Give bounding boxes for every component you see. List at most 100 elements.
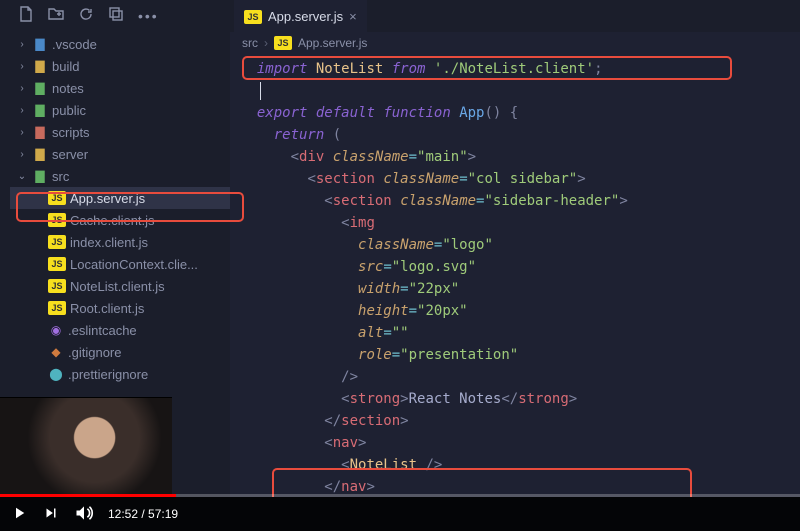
- time-display: 12:52 / 57:19: [108, 507, 178, 521]
- file-.eslintcache[interactable]: ◉ .eslintcache: [10, 319, 230, 341]
- folder-scripts[interactable]: › ▇ scripts: [10, 121, 230, 143]
- chevron-icon: ›: [16, 127, 28, 138]
- code-line: role="presentation": [240, 344, 800, 366]
- next-button[interactable]: [42, 504, 60, 525]
- code-line: <section className="sidebar-header">: [240, 190, 800, 212]
- js-icon: JS: [244, 10, 262, 24]
- folder-icon: ▇: [32, 125, 48, 139]
- code-line: alt="": [240, 322, 800, 344]
- file-label: .prettierignore: [68, 367, 148, 382]
- folder-build[interactable]: › ▇ build: [10, 55, 230, 77]
- code-line: <NoteList />: [240, 454, 800, 476]
- folder-icon: ▇: [32, 81, 48, 95]
- new-file-icon[interactable]: [18, 6, 34, 25]
- chevron-right-icon: ›: [264, 36, 268, 50]
- file-label: .vscode: [52, 37, 97, 52]
- file-label: src: [52, 169, 69, 184]
- file-label: .eslintcache: [68, 323, 137, 338]
- close-icon[interactable]: ×: [349, 9, 357, 24]
- explorer-actions: •••: [10, 0, 230, 33]
- code-line: className="logo": [240, 234, 800, 256]
- folder-icon: ▇: [32, 147, 48, 161]
- chevron-icon: ›: [16, 61, 28, 72]
- code-line: <section className="col sidebar">: [240, 168, 800, 190]
- eslint-icon: ◉: [48, 323, 64, 337]
- file-index.client.js[interactable]: JS index.client.js: [10, 231, 230, 253]
- prettier-icon: ⬤: [48, 367, 64, 381]
- code-line: return (: [240, 124, 800, 146]
- editor-pane: JS App.server.js × src › JS App.server.j…: [230, 0, 800, 497]
- webcam-overlay: [0, 397, 172, 497]
- js-icon: JS: [48, 301, 66, 315]
- more-actions-icon[interactable]: •••: [138, 8, 159, 24]
- file-.gitignore[interactable]: ◆ .gitignore: [10, 341, 230, 363]
- code-line: export default function App() {: [240, 102, 800, 124]
- file-label: index.client.js: [70, 235, 148, 250]
- chevron-icon: ›: [16, 39, 28, 50]
- code-line: import NoteList from './NoteList.client'…: [240, 58, 800, 80]
- js-icon: JS: [48, 213, 66, 227]
- file-label: notes: [52, 81, 84, 96]
- file-label: build: [52, 59, 79, 74]
- folder-icon: ▇: [32, 103, 48, 117]
- tab-app-server[interactable]: JS App.server.js ×: [234, 0, 367, 32]
- code-line: </section>: [240, 410, 800, 432]
- video-controls: 12:52 / 57:19: [0, 497, 800, 531]
- breadcrumb-part: src: [242, 36, 258, 50]
- js-icon: JS: [48, 191, 66, 205]
- js-icon: JS: [48, 235, 66, 249]
- code-line: <strong>React Notes</strong>: [240, 388, 800, 410]
- folder-.vscode[interactable]: › ▇ .vscode: [10, 33, 230, 55]
- tab-label: App.server.js: [268, 9, 343, 24]
- code-line: />: [240, 366, 800, 388]
- file-label: Cache.client.js: [70, 213, 155, 228]
- file-label: .gitignore: [68, 345, 121, 360]
- file-label: Root.client.js: [70, 301, 144, 316]
- file-label: NoteList.client.js: [70, 279, 165, 294]
- breadcrumb-part: App.server.js: [298, 36, 367, 50]
- file-.prettierignore[interactable]: ⬤ .prettierignore: [10, 363, 230, 385]
- folder-public[interactable]: › ▇ public: [10, 99, 230, 121]
- js-icon: JS: [48, 257, 66, 271]
- folder-icon: ▇: [32, 37, 48, 51]
- chevron-icon: ›: [16, 105, 28, 116]
- code-line: <div className="main">: [240, 146, 800, 168]
- code-line: height="20px": [240, 300, 800, 322]
- chevron-icon: ⌄: [16, 171, 28, 182]
- code-line: <nav>: [240, 432, 800, 454]
- code-line: [240, 80, 800, 102]
- js-icon: JS: [274, 36, 292, 50]
- new-folder-icon[interactable]: [48, 6, 64, 25]
- breadcrumb[interactable]: src › JS App.server.js: [230, 32, 800, 54]
- collapse-all-icon[interactable]: [108, 6, 124, 25]
- file-LocationContext.clie...[interactable]: JS LocationContext.clie...: [10, 253, 230, 275]
- folder-src[interactable]: ⌄ ▇ src: [10, 165, 230, 187]
- play-button[interactable]: [10, 504, 28, 525]
- file-Cache.client.js[interactable]: JS Cache.client.js: [10, 209, 230, 231]
- folder-server[interactable]: › ▇ server: [10, 143, 230, 165]
- file-label: LocationContext.clie...: [70, 257, 198, 272]
- code-line: width="22px": [240, 278, 800, 300]
- js-icon: JS: [48, 279, 66, 293]
- volume-button[interactable]: [74, 503, 94, 526]
- file-Root.client.js[interactable]: JS Root.client.js: [10, 297, 230, 319]
- file-label: server: [52, 147, 88, 162]
- file-label: public: [52, 103, 86, 118]
- refresh-icon[interactable]: [78, 6, 94, 25]
- code-editor[interactable]: import NoteList from './NoteList.client'…: [230, 54, 800, 497]
- file-label: App.server.js: [70, 191, 145, 206]
- file-App.server.js[interactable]: JS App.server.js: [10, 187, 230, 209]
- progress-played: [0, 494, 176, 497]
- progress-bar[interactable]: [0, 494, 800, 497]
- file-NoteList.client.js[interactable]: JS NoteList.client.js: [10, 275, 230, 297]
- git-icon: ◆: [48, 345, 64, 359]
- chevron-icon: ›: [16, 149, 28, 160]
- folder-icon: ▇: [32, 59, 48, 73]
- folder-notes[interactable]: ›▇notes: [10, 77, 230, 99]
- folder-icon: ▇: [32, 169, 48, 183]
- text-cursor: [260, 82, 261, 100]
- tab-bar: JS App.server.js ×: [230, 0, 800, 32]
- code-line: src="logo.svg": [240, 256, 800, 278]
- file-label: scripts: [52, 125, 90, 140]
- code-line: <img: [240, 212, 800, 234]
